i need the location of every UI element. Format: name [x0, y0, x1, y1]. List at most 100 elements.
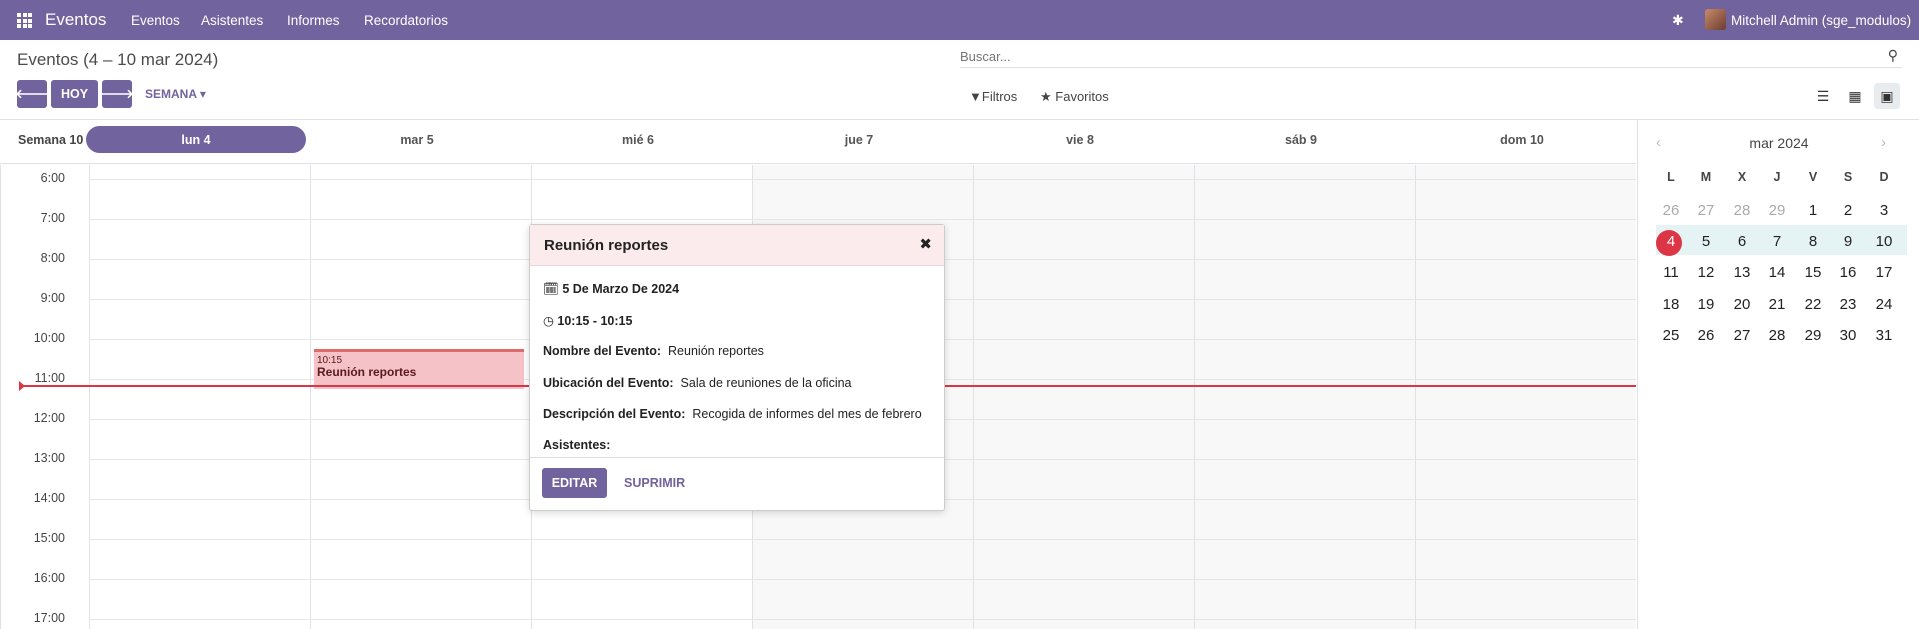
mini-calendar-day[interactable]: 4 — [1654, 233, 1688, 250]
field-attendees: Asistentes: — [543, 438, 611, 452]
mini-calendar-day[interactable]: 9 — [1831, 233, 1865, 250]
search-input[interactable] — [960, 46, 1860, 66]
mini-calendar-day[interactable]: 17 — [1867, 264, 1901, 281]
mini-calendar-day[interactable]: 29 — [1796, 327, 1830, 344]
mini-calendar-day[interactable]: 21 — [1760, 296, 1794, 313]
mini-calendar-day[interactable]: 28 — [1725, 202, 1759, 219]
column-divider — [973, 165, 974, 629]
favorites-button[interactable]: ★ Favoritos — [1040, 89, 1109, 105]
mini-calendar-day[interactable]: 20 — [1725, 296, 1759, 313]
mini-calendar-day[interactable]: 6 — [1725, 233, 1759, 250]
mini-calendar-day[interactable]: 18 — [1654, 296, 1688, 313]
menu-item-informes[interactable]: Informes — [287, 13, 340, 28]
star-icon: ★ — [1040, 89, 1052, 104]
calendar-view-icon[interactable]: ▣ — [1874, 83, 1900, 109]
time-label: 10:00 — [33, 331, 65, 345]
time-label: 15:00 — [33, 531, 65, 545]
hour-line — [89, 179, 1636, 180]
week-header: Semana 10 lun 4 mar 5 mié 6 jue 7 vie 8 … — [0, 119, 1636, 164]
mini-calendar-day[interactable]: 12 — [1689, 264, 1723, 281]
menu-item-eventos[interactable]: Eventos — [131, 13, 180, 28]
mini-calendar-day[interactable]: 23 — [1831, 296, 1865, 313]
current-time-marker — [19, 381, 25, 391]
calendar-event[interactable]: 10:15 Reunión reportes — [314, 349, 524, 389]
day-header[interactable]: mar 5 — [307, 133, 527, 147]
mini-calendar-day[interactable]: 24 — [1867, 296, 1901, 313]
weekday-label: J — [1773, 170, 1781, 184]
weekday-label: V — [1808, 170, 1818, 184]
menu-item-asistentes[interactable]: Asistentes — [201, 13, 263, 28]
mini-calendar-day[interactable]: 28 — [1760, 327, 1794, 344]
day-header[interactable]: mié 6 — [528, 133, 748, 147]
mini-calendar-day[interactable]: 31 — [1867, 327, 1901, 344]
mini-calendar-day[interactable]: 19 — [1689, 296, 1723, 313]
event-name: Reunión reportes — [317, 365, 417, 379]
kanban-view-icon[interactable]: ▦ — [1842, 83, 1868, 109]
mini-calendar-day[interactable]: 30 — [1831, 327, 1865, 344]
event-time-range: ◷ 10:15 - 10:15 — [543, 314, 633, 328]
mini-calendar-day[interactable]: 11 — [1654, 264, 1688, 281]
time-label: 9:00 — [40, 291, 65, 305]
user-menu[interactable]: Mitchell Admin (sge_modulos) — [1731, 13, 1911, 28]
mini-calendar-day[interactable]: 29 — [1760, 202, 1794, 219]
avatar[interactable] — [1705, 9, 1726, 30]
filters-button[interactable]: ▼Filtros — [969, 89, 1017, 104]
chevron-right-icon[interactable]: › — [1881, 134, 1886, 151]
delete-button[interactable]: SUPRIMIR — [624, 476, 685, 490]
mini-calendar-day[interactable]: 13 — [1725, 264, 1759, 281]
filters-label: Filtros — [981, 89, 1018, 104]
search-icon[interactable]: ⚲ — [1888, 47, 1898, 64]
scale-label: SEMANA — [145, 87, 197, 101]
mini-calendar-day[interactable]: 26 — [1654, 202, 1688, 219]
mini-calendar-day[interactable]: 10 — [1867, 233, 1901, 250]
prev-button[interactable]: 🡐 — [15, 80, 49, 108]
week-label: Semana 10 — [18, 133, 84, 147]
favorites-label: Favoritos — [1055, 89, 1109, 104]
list-view-icon[interactable]: ☰ — [1810, 83, 1836, 109]
apps-menu-icon[interactable] — [17, 13, 32, 28]
mini-calendar-title: mar 2024 — [1749, 135, 1809, 151]
hour-line — [89, 619, 1636, 620]
time-label: 11:00 — [34, 371, 65, 385]
hour-line — [89, 539, 1636, 540]
mini-calendar-day[interactable]: 16 — [1831, 264, 1865, 281]
field-event-name: Nombre del Evento: Reunión reportes — [543, 344, 764, 358]
today-button[interactable]: HOY — [51, 80, 98, 108]
mini-calendar-day[interactable]: 5 — [1689, 233, 1723, 250]
mini-calendar-day[interactable]: 2 — [1831, 202, 1865, 219]
mini-calendar-day[interactable]: 25 — [1654, 327, 1688, 344]
edit-button[interactable]: EDITAR — [542, 468, 607, 498]
day-header[interactable]: sáb 9 — [1191, 133, 1411, 147]
time-label: 17:00 — [33, 611, 65, 625]
field-event-description: Descripción del Evento: Recogida de info… — [543, 407, 922, 421]
mini-calendar-day[interactable]: 22 — [1796, 296, 1830, 313]
arrow-left-icon: 🡐 — [15, 86, 49, 101]
divider — [530, 457, 944, 458]
time-label: 6:00 — [40, 171, 65, 185]
event-date: 🗓 5 De Marzo De 2024 — [543, 282, 680, 296]
scale-dropdown[interactable]: SEMANA ▾ — [145, 87, 206, 101]
close-icon[interactable]: ✖ — [919, 235, 932, 253]
day-header[interactable]: dom 10 — [1412, 133, 1632, 147]
mini-calendar-day[interactable]: 15 — [1796, 264, 1830, 281]
time-label: 16:00 — [33, 571, 65, 585]
mini-calendar-day[interactable]: 1 — [1796, 202, 1830, 219]
bug-icon[interactable]: ✱ — [1672, 12, 1684, 29]
popover-header: Reunión reportes ✖ — [530, 225, 944, 266]
day-header[interactable]: vie 8 — [970, 133, 1190, 147]
top-navbar: Eventos Eventos Asistentes Informes Reco… — [0, 0, 1919, 40]
mini-calendar-day[interactable]: 14 — [1760, 264, 1794, 281]
mini-calendar-day[interactable]: 7 — [1760, 233, 1794, 250]
app-brand[interactable]: Eventos — [45, 10, 106, 30]
day-header[interactable]: jue 7 — [749, 133, 969, 147]
menu-item-recordatorios[interactable]: Recordatorios — [364, 13, 448, 28]
arrow-right-icon: 🡒 — [100, 86, 134, 101]
mini-calendar-day[interactable]: 27 — [1725, 327, 1759, 344]
mini-calendar-day[interactable]: 8 — [1796, 233, 1830, 250]
time-label: 7:00 — [40, 211, 65, 225]
day-header[interactable]: lun 4 — [86, 133, 306, 147]
next-button[interactable]: 🡒 — [100, 80, 134, 108]
mini-calendar-day[interactable]: 3 — [1867, 202, 1901, 219]
mini-calendar-day[interactable]: 26 — [1689, 327, 1723, 344]
mini-calendar-day[interactable]: 27 — [1689, 202, 1723, 219]
